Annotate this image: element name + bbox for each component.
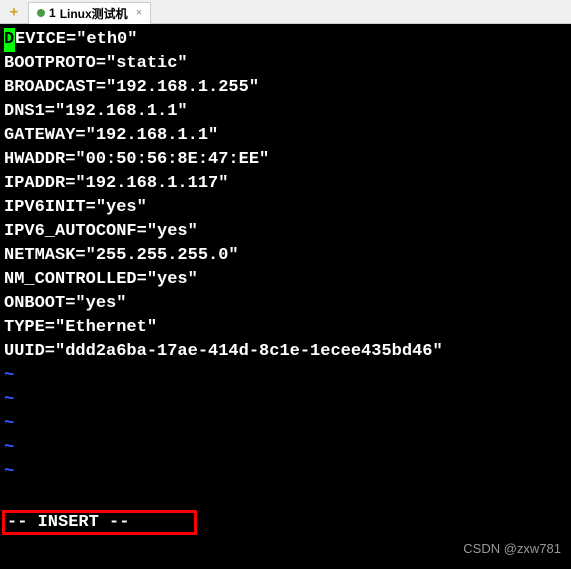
tilde-marker: ~ xyxy=(4,412,14,436)
editor-line: BROADCAST="192.168.1.255" xyxy=(4,76,567,100)
tilde-marker: ~ xyxy=(4,388,14,412)
tilde-marker: ~ xyxy=(4,364,14,388)
line-text: GATEWAY="192.168.1.1" xyxy=(4,124,218,148)
empty-line: ~ xyxy=(4,412,567,436)
tab-bar: + 1 Linux测试机 × xyxy=(0,0,571,24)
line-text: DNS1="192.168.1.1" xyxy=(4,100,188,124)
editor-line: DNS1="192.168.1.1" xyxy=(4,100,567,124)
line-text: IPADDR="192.168.1.117" xyxy=(4,172,228,196)
empty-line: ~ xyxy=(4,388,567,412)
editor-line: NETMASK="255.255.255.0" xyxy=(4,244,567,268)
status-dot-icon xyxy=(37,9,45,17)
line-text: EVICE="eth0" xyxy=(15,28,137,52)
status-highlight: -- INSERT -- xyxy=(2,510,197,535)
line-text: ONBOOT="yes" xyxy=(4,292,126,316)
tab-label: Linux测试机 xyxy=(60,5,128,22)
editor-line: ONBOOT="yes" xyxy=(4,292,567,316)
editor-line: IPV6INIT="yes" xyxy=(4,196,567,220)
plus-icon: + xyxy=(10,4,18,20)
editor-line: BOOTPROTO="static" xyxy=(4,52,567,76)
tab-index: 1 xyxy=(49,6,56,20)
vim-mode-status: -- INSERT -- xyxy=(7,511,129,535)
tilde-marker: ~ xyxy=(4,436,14,460)
line-text: IPV6_AUTOCONF="yes" xyxy=(4,220,198,244)
line-text: HWADDR="00:50:56:8E:47:EE" xyxy=(4,148,269,172)
line-text: TYPE="Ethernet" xyxy=(4,316,157,340)
watermark: CSDN @zxw781 xyxy=(463,537,561,561)
editor-line: IPADDR="192.168.1.117" xyxy=(4,172,567,196)
editor-line: NM_CONTROLLED="yes" xyxy=(4,268,567,292)
cursor: D xyxy=(4,28,15,52)
editor-line: UUID="ddd2a6ba-17ae-414d-8c1e-1ecee435bd… xyxy=(4,340,567,364)
close-icon[interactable]: × xyxy=(136,7,142,19)
line-text: NM_CONTROLLED="yes" xyxy=(4,268,198,292)
line-text: IPV6INIT="yes" xyxy=(4,196,147,220)
empty-line: ~ xyxy=(4,460,567,484)
editor-line: GATEWAY="192.168.1.1" xyxy=(4,124,567,148)
editor-line: TYPE="Ethernet" xyxy=(4,316,567,340)
tilde-marker: ~ xyxy=(4,460,14,484)
editor-line: HWADDR="00:50:56:8E:47:EE" xyxy=(4,148,567,172)
line-text: NETMASK="255.255.255.0" xyxy=(4,244,239,268)
tab-active[interactable]: 1 Linux测试机 × xyxy=(28,2,151,24)
line-text: UUID="ddd2a6ba-17ae-414d-8c1e-1ecee435bd… xyxy=(4,340,443,364)
editor-line: IPV6_AUTOCONF="yes" xyxy=(4,220,567,244)
terminal-editor[interactable]: DEVICE="eth0" BOOTPROTO="static" BROADCA… xyxy=(0,24,571,569)
empty-line: ~ xyxy=(4,436,567,460)
empty-line: ~ xyxy=(4,364,567,388)
line-text: BROADCAST="192.168.1.255" xyxy=(4,76,259,100)
line-text: BOOTPROTO="static" xyxy=(4,52,188,76)
add-tab-button[interactable]: + xyxy=(4,2,24,22)
editor-line: DEVICE="eth0" xyxy=(4,28,567,52)
